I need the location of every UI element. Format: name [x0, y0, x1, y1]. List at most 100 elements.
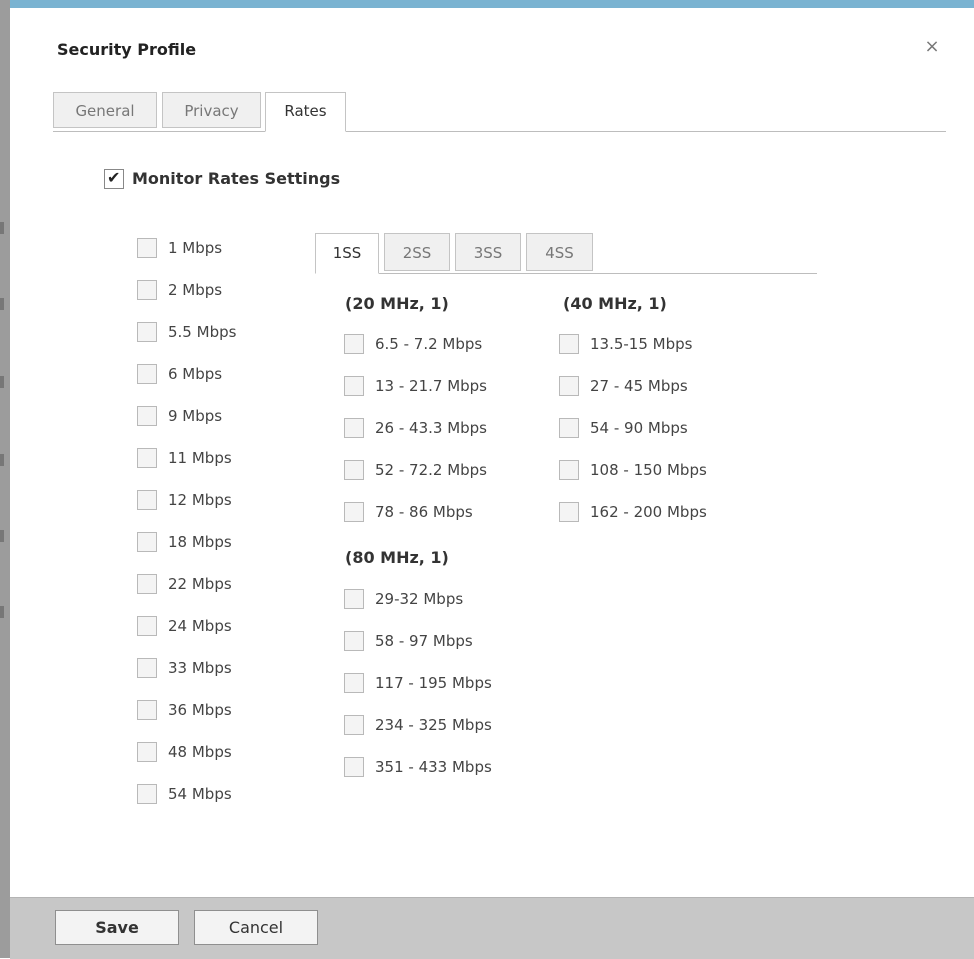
rate-checkbox[interactable]	[137, 699, 157, 720]
rate-option[interactable]: 13.5-15 Mbps	[559, 333, 692, 355]
rate-option[interactable]: 54 - 90 Mbps	[559, 417, 688, 439]
rate-option[interactable]: 58 - 97 Mbps	[344, 630, 473, 652]
rate-option[interactable]: 6.5 - 7.2 Mbps	[344, 333, 482, 355]
rate-option[interactable]: 13 - 21.7 Mbps	[344, 375, 487, 397]
cancel-button[interactable]: Cancel	[194, 910, 318, 945]
rate-checkbox[interactable]	[344, 714, 364, 735]
rate-option[interactable]: 48 Mbps	[137, 741, 232, 763]
rate-option[interactable]: 234 - 325 Mbps	[344, 714, 492, 736]
rate-option[interactable]: 27 - 45 Mbps	[559, 375, 688, 397]
rate-option[interactable]: 9 Mbps	[137, 405, 222, 427]
rate-label: 54 Mbps	[168, 784, 232, 803]
tab-1ss[interactable]: 1SS	[315, 233, 379, 274]
rate-checkbox[interactable]	[137, 615, 157, 636]
rate-option[interactable]: 18 Mbps	[137, 531, 232, 553]
edge-notch	[0, 222, 4, 234]
rate-checkbox[interactable]	[137, 237, 157, 258]
tab-rates[interactable]: Rates	[265, 92, 346, 132]
rate-label: 18 Mbps	[168, 532, 232, 551]
rate-label: 33 Mbps	[168, 658, 232, 677]
rate-checkbox[interactable]	[137, 783, 157, 804]
rate-label: 6 Mbps	[168, 364, 223, 383]
rate-checkbox[interactable]	[137, 321, 157, 342]
rate-option[interactable]: 351 - 433 Mbps	[344, 756, 492, 778]
rate-checkbox[interactable]	[137, 279, 157, 300]
rate-checkbox[interactable]	[344, 459, 364, 480]
rate-option[interactable]: 54 Mbps	[137, 783, 232, 805]
tab-3ss[interactable]: 3SS	[455, 233, 521, 271]
rate-option[interactable]: 36 Mbps	[137, 699, 232, 721]
rate-option[interactable]: 29-32 Mbps	[344, 588, 463, 610]
tab-2ss[interactable]: 2SS	[384, 233, 450, 271]
rate-label: 9 Mbps	[168, 406, 223, 425]
rate-option[interactable]: 33 Mbps	[137, 657, 232, 679]
rate-option[interactable]: 26 - 43.3 Mbps	[344, 417, 487, 439]
rate-label: 5.5 Mbps	[168, 322, 237, 341]
rate-checkbox[interactable]	[137, 489, 157, 510]
rate-label: 11 Mbps	[168, 448, 232, 467]
rate-label: 13.5-15 Mbps	[590, 334, 693, 353]
rate-checkbox[interactable]	[559, 417, 579, 438]
rate-label: 2 Mbps	[168, 280, 223, 299]
rate-label: 78 - 86 Mbps	[375, 502, 473, 521]
rate-checkbox[interactable]	[137, 741, 157, 762]
rate-checkbox[interactable]	[344, 672, 364, 693]
rate-checkbox[interactable]	[137, 447, 157, 468]
rate-checkbox[interactable]	[559, 459, 579, 480]
edge-notch	[0, 606, 4, 618]
rate-label: 162 - 200 Mbps	[590, 502, 707, 521]
monitor-rates-checkbox[interactable]	[104, 168, 124, 189]
rate-checkbox[interactable]	[559, 333, 579, 354]
monitor-rates-setting[interactable]: Monitor Rates Settings	[104, 168, 340, 192]
rate-option[interactable]: 22 Mbps	[137, 573, 232, 595]
rate-checkbox[interactable]	[344, 588, 364, 609]
close-icon[interactable]: ×	[921, 36, 943, 58]
rate-checkbox[interactable]	[344, 756, 364, 777]
rate-checkbox[interactable]	[344, 501, 364, 522]
edge-notch	[0, 376, 4, 388]
rate-option[interactable]: 11 Mbps	[137, 447, 232, 469]
rate-option[interactable]: 52 - 72.2 Mbps	[344, 459, 487, 481]
tab-privacy[interactable]: Privacy	[162, 92, 261, 128]
edge-notch	[0, 298, 4, 310]
rate-label: 26 - 43.3 Mbps	[375, 418, 488, 437]
rate-option[interactable]: 6 Mbps	[137, 363, 222, 385]
rate-option[interactable]: 5.5 Mbps	[137, 321, 236, 343]
rate-option[interactable]: 1 Mbps	[137, 237, 222, 259]
rate-checkbox[interactable]	[344, 417, 364, 438]
rate-label: 48 Mbps	[168, 742, 232, 761]
rate-checkbox[interactable]	[344, 333, 364, 354]
rate-label: 117 - 195 Mbps	[375, 673, 492, 692]
rate-option[interactable]: 108 - 150 Mbps	[559, 459, 707, 481]
rate-label: 1 Mbps	[168, 238, 223, 257]
tab-4ss[interactable]: 4SS	[526, 233, 593, 271]
rate-label: 52 - 72.2 Mbps	[375, 460, 488, 479]
rate-checkbox[interactable]	[344, 375, 364, 396]
rate-checkbox[interactable]	[137, 657, 157, 678]
rate-option[interactable]: 2 Mbps	[137, 279, 222, 301]
rate-checkbox[interactable]	[137, 405, 157, 426]
spatial-stream-tab-bar: 1SS 2SS 3SS 4SS	[315, 233, 817, 274]
rate-label: 13 - 21.7 Mbps	[375, 376, 488, 395]
rate-checkbox[interactable]	[137, 573, 157, 594]
rate-option[interactable]: 12 Mbps	[137, 489, 232, 511]
save-button[interactable]: Save	[55, 910, 179, 945]
tab-general[interactable]: General	[53, 92, 157, 128]
rate-checkbox[interactable]	[137, 363, 157, 384]
rate-label: 29-32 Mbps	[375, 589, 464, 608]
rate-checkbox[interactable]	[344, 630, 364, 651]
rate-checkbox[interactable]	[559, 501, 579, 522]
rate-checkbox[interactable]	[559, 375, 579, 396]
group-heading-80mhz: (80 MHz, 1)	[345, 548, 449, 567]
rate-option[interactable]: 162 - 200 Mbps	[559, 501, 707, 523]
rate-option[interactable]: 78 - 86 Mbps	[344, 501, 473, 523]
rate-option[interactable]: 117 - 195 Mbps	[344, 672, 492, 694]
rate-label: 58 - 97 Mbps	[375, 631, 473, 650]
background-page-edge	[0, 0, 10, 958]
rate-label: 36 Mbps	[168, 700, 232, 719]
rate-label: 54 - 90 Mbps	[590, 418, 688, 437]
dialog-footer: Save Cancel	[10, 897, 974, 959]
rate-checkbox[interactable]	[137, 531, 157, 552]
rate-label: 24 Mbps	[168, 616, 232, 635]
rate-option[interactable]: 24 Mbps	[137, 615, 232, 637]
